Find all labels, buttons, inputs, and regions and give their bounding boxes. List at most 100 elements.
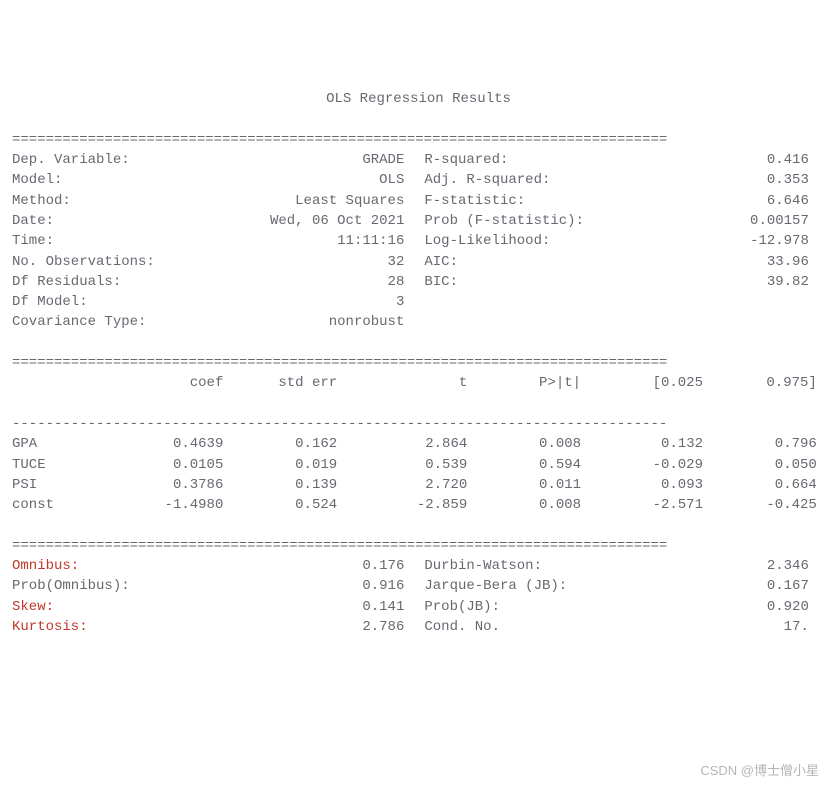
summary-row: Cond. No. 17. [410,617,817,637]
coef-h5: [0.025 [581,373,703,393]
coef-cell: 0.019 [223,455,337,475]
summary-row: No. Observations: 32 [12,252,410,272]
summary-row: Time: 11:11:16 [12,231,410,251]
summary-row: Durbin-Watson: 2.346 [410,556,817,576]
summary-value: 0.00157 [750,211,809,231]
summary-block: Dep. Variable:GRADEModel:OLSMethod:Least… [12,150,825,333]
summary-row: Df Model: 3 [12,292,410,312]
summary-value: GRADE [362,150,404,170]
summary-row: BIC:39.82 [410,272,817,292]
summary-row: Covariance Type: nonrobust [12,312,410,332]
summary-value: nonrobust [329,312,405,332]
coef-cell: -1.4980 [110,495,224,515]
coef-cell: 0.132 [581,434,703,454]
summary-value: 0.141 [362,597,404,617]
summary-label: Time: [12,231,54,251]
summary-label: Adj. R-squared: [424,170,550,190]
summary-value: 0.176 [362,556,404,576]
summary-value: 0.353 [767,170,809,190]
coef-cell: 0.796 [703,434,825,454]
coef-header-row: coefstd errtP>|t|[0.0250.975] [12,373,825,393]
coef-h0 [12,373,110,393]
coef-cell: 0.3786 [110,475,224,495]
summary-label: Df Residuals: [12,272,121,292]
coef-h3: t [337,373,467,393]
coef-cell: 0.008 [467,495,581,515]
coef-row: GPA0.46390.1622.8640.0080.1320.796 [12,434,825,454]
coef-cell: -0.425 [703,495,825,515]
coef-var-name: GPA [12,434,110,454]
summary-label: Covariance Type: [12,312,146,332]
summary-value: 2.786 [362,617,404,637]
coef-cell: 0.4639 [110,434,224,454]
coef-cell: 0.524 [223,495,337,515]
coef-cell: 2.864 [337,434,467,454]
coef-var-name: TUCE [12,455,110,475]
summary-label: Date: [12,211,54,231]
coef-row: TUCE0.01050.0190.5390.594-0.0290.050 [12,455,825,475]
summary-row: Adj. R-squared: 0.353 [410,170,817,190]
coef-h1: coef [110,373,224,393]
summary-label: Jarque-Bera (JB): [424,576,567,596]
coef-h2: std err [223,373,337,393]
coef-cell: 0.594 [467,455,581,475]
summary-value: -12.978 [750,231,809,251]
summary-row: Df Residuals:28 [12,272,410,292]
results-title: OLS Regression Results [12,89,825,109]
summary-row: Date: Wed, 06 Oct 2021 [12,211,410,231]
coef-cell: 0.539 [337,455,467,475]
coef-cell: -2.859 [337,495,467,515]
coef-var-name: PSI [12,475,110,495]
coef-cell: 0.093 [581,475,703,495]
summary-value: Least Squares [295,191,404,211]
summary-row: Prob(Omnibus):0.916 [12,576,410,596]
coef-cell: 0.008 [467,434,581,454]
summary-value: 11:11:16 [337,231,404,251]
summary-row: Dep. Variable: GRADE [12,150,410,170]
coef-cell: 0.0105 [110,455,224,475]
coef-cell: 0.050 [703,455,825,475]
summary-row: Kurtosis:2.786 [12,617,410,637]
summary-value: 32 [388,252,405,272]
summary-row: F-statistic: 6.646 [410,191,817,211]
rule-mid2: ========================================… [12,538,667,554]
summary-label: No. Observations: [12,252,155,272]
summary-label: BIC: [424,272,458,292]
rule-dash: ----------------------------------------… [12,416,667,432]
coef-body: GPA0.46390.1622.8640.0080.1320.796TUCE0.… [12,434,825,515]
summary-row: Prob(JB): 0.920 [410,597,817,617]
summary-value: 2.346 [767,556,809,576]
coef-row: PSI0.37860.1392.7200.0110.0930.664 [12,475,825,495]
summary-value: 0.416 [767,150,809,170]
rule-mid: ========================================… [12,355,667,371]
summary-value: OLS [379,170,404,190]
summary-label: Cond. No. [424,617,500,637]
summary-label: Omnibus: [12,556,79,576]
summary-value: 3 [396,292,404,312]
coef-h4: P>|t| [467,373,581,393]
summary-label: Durbin-Watson: [424,556,542,576]
rule-top: ========================================… [12,132,667,148]
summary-value: 33.96 [767,252,809,272]
summary-value: 0.920 [767,597,809,617]
coef-cell: 0.011 [467,475,581,495]
summary-value: 17. [784,617,809,637]
summary-value: 6.646 [767,191,809,211]
watermark-text: CSDN @博士僧小星 [700,762,819,781]
summary-label: Df Model: [12,292,88,312]
coef-var-name: const [12,495,110,515]
summary-label: Prob (F-statistic): [424,211,584,231]
summary-label: Prob(JB): [424,597,500,617]
summary-value: 0.167 [767,576,809,596]
summary-value: Wed, 06 Oct 2021 [270,211,404,231]
coef-cell: -0.029 [581,455,703,475]
coef-cell: 0.162 [223,434,337,454]
summary-row: Jarque-Bera (JB): 0.167 [410,576,817,596]
summary-label: Dep. Variable: [12,150,130,170]
summary-row: Model:OLS [12,170,410,190]
summary-row: Skew:0.141 [12,597,410,617]
summary-label: F-statistic: [424,191,525,211]
summary-row: AIC:33.96 [410,252,817,272]
coef-row: const-1.49800.524-2.8590.008-2.571-0.425 [12,495,825,515]
summary-label: Prob(Omnibus): [12,576,130,596]
